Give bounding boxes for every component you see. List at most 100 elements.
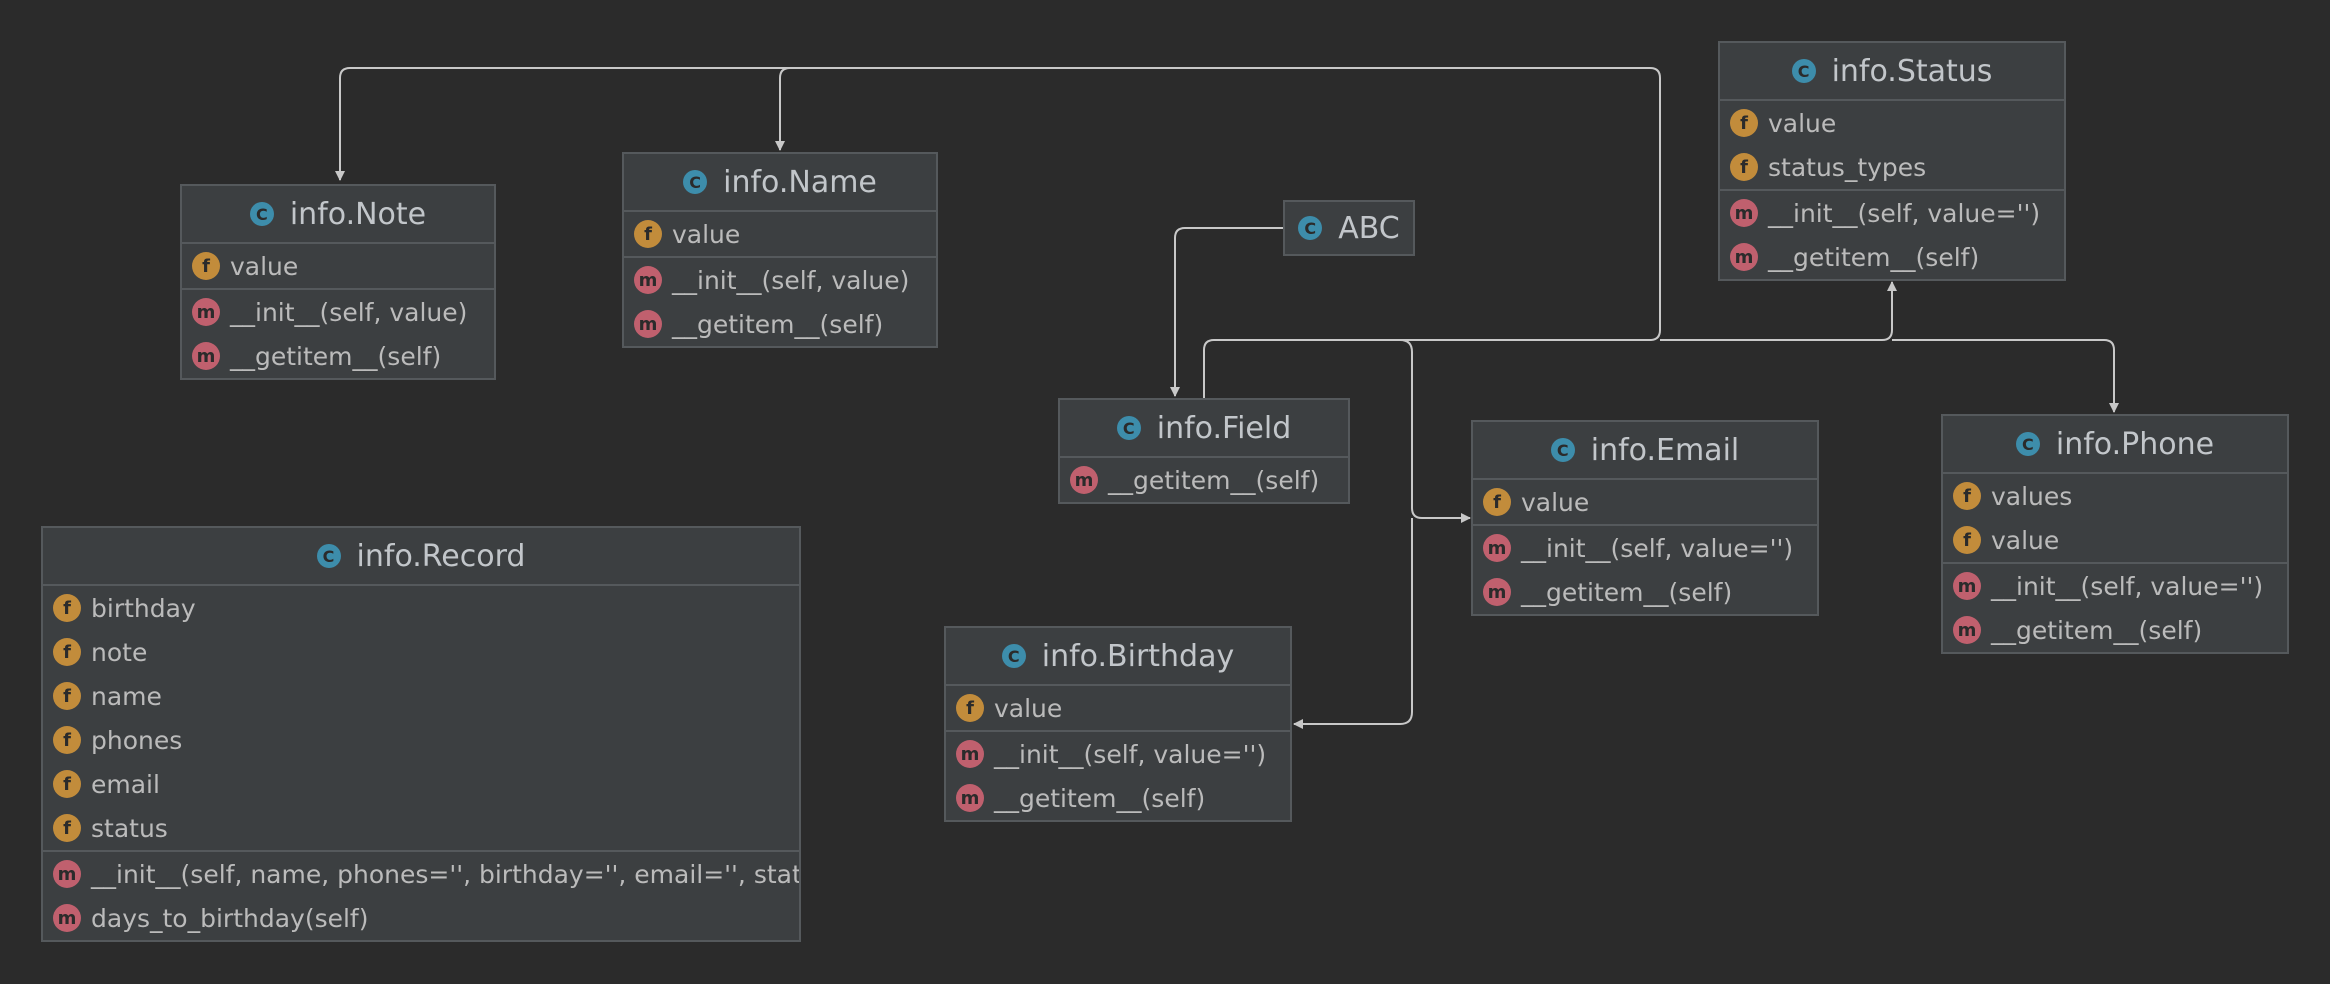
class-header: C info.Name: [624, 154, 936, 212]
class-name: info.Status: [1831, 53, 1993, 89]
class-node-note[interactable]: C info.Note f value m __init__(self, value…: [180, 184, 496, 380]
class-node-abc[interactable]: C ABC: [1283, 200, 1415, 256]
class-icon: C: [1550, 438, 1575, 462]
field-icon: f: [192, 252, 220, 280]
field-name: status: [91, 813, 168, 843]
field-row: f value: [182, 244, 494, 288]
class-node-email[interactable]: C info.Email f value m __init__(self, valu…: [1471, 420, 1819, 616]
fields-section: f value: [1473, 480, 1817, 526]
field-icon: f: [1953, 482, 1981, 510]
field-row: f name: [43, 674, 799, 718]
field-icon: f: [53, 814, 81, 842]
fields-section: f value: [182, 244, 494, 290]
class-name: info.Phone: [2055, 426, 2215, 462]
field-icon: f: [1730, 109, 1758, 137]
method-icon: m: [634, 310, 662, 338]
field-icon: f: [53, 682, 81, 710]
field-name: value: [1768, 108, 1837, 138]
edge-field-to-status: [1660, 281, 1897, 341]
method-icon: m: [192, 298, 220, 326]
method-row: m __getitem__(self): [624, 302, 936, 346]
field-name: note: [91, 637, 148, 667]
method-row: m __getitem__(self): [946, 776, 1290, 820]
method-name: __getitem__(self): [1768, 242, 1980, 272]
class-icon: C: [1791, 59, 1816, 83]
field-name: email: [91, 769, 160, 799]
fields-section: f values f value: [1943, 474, 2287, 564]
class-node-name[interactable]: C info.Name f value m __init__(self, value…: [622, 152, 938, 348]
methods-section: m __init__(self, name, phones='', birthda…: [43, 852, 799, 940]
field-row: f value: [1943, 518, 2287, 562]
class-icon: C: [316, 544, 341, 568]
field-name: value: [1521, 487, 1590, 517]
methods-section: m __getitem__(self): [1060, 458, 1348, 502]
class-name: info.Record: [356, 538, 526, 574]
field-icon: f: [53, 726, 81, 754]
field-row: f note: [43, 630, 799, 674]
method-name: __getitem__(self): [1991, 615, 2203, 645]
class-node-field[interactable]: C info.Field m __getitem__(self): [1058, 398, 1350, 504]
method-name: __init__(self, value=''): [1521, 533, 1794, 563]
class-node-status[interactable]: C info.Status f value f status_types m __in…: [1718, 41, 2066, 281]
field-row: f status: [43, 806, 799, 850]
fields-section: f value: [946, 686, 1290, 732]
method-name: __init__(self, value=''): [1768, 198, 2041, 228]
field-name: status_types: [1768, 152, 1927, 182]
class-header: C info.Field: [1060, 400, 1348, 458]
method-icon: m: [1730, 243, 1758, 271]
field-name: name: [91, 681, 162, 711]
field-row: f email: [43, 762, 799, 806]
method-icon: m: [1483, 534, 1511, 562]
method-name: __getitem__(self): [230, 341, 442, 371]
method-icon: m: [1953, 616, 1981, 644]
field-name: values: [1991, 481, 2073, 511]
class-icon: C: [1298, 216, 1323, 240]
field-row: f phones: [43, 718, 799, 762]
edge-field-to-email: [1399, 339, 1471, 523]
field-icon: f: [1953, 526, 1981, 554]
method-icon: m: [192, 342, 220, 370]
field-icon: f: [1730, 153, 1758, 181]
class-name: info.Note: [289, 196, 427, 232]
methods-section: m __init__(self, value='') m __getitem__(s…: [946, 732, 1290, 820]
class-node-phone[interactable]: C info.Phone f values f value m __init__(se…: [1941, 414, 2289, 654]
class-node-birthday[interactable]: C info.Birthday f value m __init__(self, v…: [944, 626, 1292, 822]
field-row: f value: [946, 686, 1290, 730]
method-row: m __init__(self, name, phones='', birthda…: [43, 852, 799, 896]
class-name: info.Name: [723, 164, 877, 200]
methods-section: m __init__(self, value='') m __getitem__(s…: [1943, 564, 2287, 652]
method-icon: m: [53, 904, 81, 932]
class-name: info.Field: [1156, 410, 1292, 446]
class-header: C ABC: [1285, 202, 1413, 254]
method-icon: m: [53, 860, 81, 888]
class-header: C info.Phone: [1943, 416, 2287, 474]
method-row: m days_to_birthday(self): [43, 896, 799, 940]
field-row: f value: [1473, 480, 1817, 524]
class-header: C info.Birthday: [946, 628, 1290, 686]
class-node-record[interactable]: C info.Record f birthday f note f name f pho…: [41, 526, 801, 942]
method-name: __getitem__(self): [1521, 577, 1733, 607]
method-icon: m: [956, 740, 984, 768]
fields-section: f value f status_types: [1720, 101, 2064, 191]
class-header: C info.Record: [43, 528, 799, 586]
method-row: m __getitem__(self): [1720, 235, 2064, 279]
method-row: m __getitem__(self): [1060, 458, 1348, 502]
methods-section: m __init__(self, value) m __getitem__(self…: [182, 290, 494, 378]
method-icon: m: [1953, 572, 1981, 600]
edge-field-to-name: [775, 67, 791, 151]
method-icon: m: [1483, 578, 1511, 606]
field-icon: f: [53, 638, 81, 666]
field-name: value: [230, 251, 299, 281]
method-row: m __getitem__(self): [1473, 570, 1817, 614]
class-name: info.Birthday: [1041, 638, 1235, 674]
field-icon: f: [956, 694, 984, 722]
field-name: phones: [91, 725, 183, 755]
class-name: ABC: [1338, 210, 1400, 246]
field-row: f status_types: [1720, 145, 2064, 189]
method-name: __init__(self, value): [230, 297, 468, 327]
method-row: m __getitem__(self): [182, 334, 494, 378]
field-icon: f: [53, 594, 81, 622]
edge-field-to-note: [335, 67, 1661, 398]
field-icon: f: [634, 220, 662, 248]
field-row: f birthday: [43, 586, 799, 630]
